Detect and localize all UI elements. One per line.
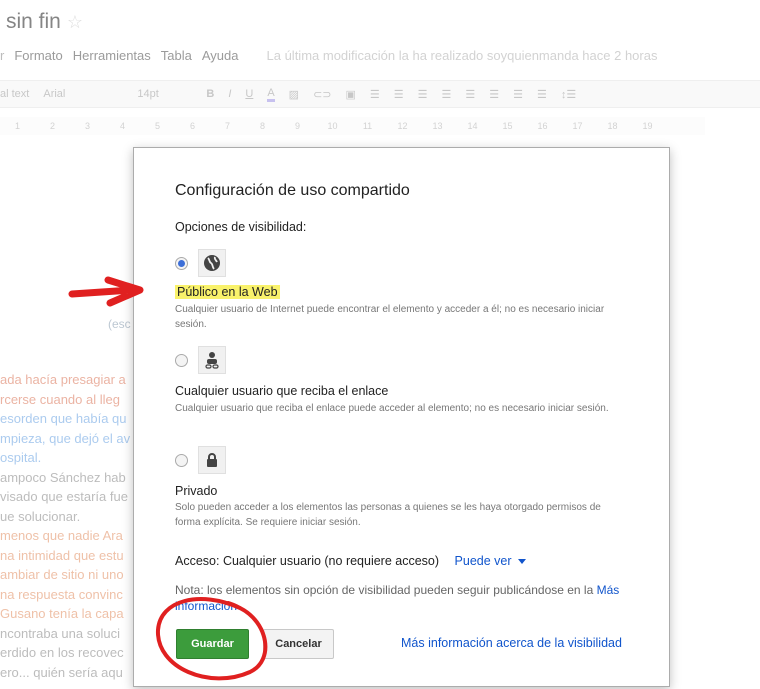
option-link-row[interactable] — [175, 346, 226, 374]
save-button[interactable]: Guardar — [176, 629, 249, 659]
radio-link[interactable] — [175, 353, 188, 367]
dialog-title: Configuración de uso compartido — [175, 182, 410, 199]
option-private-row[interactable] — [175, 446, 226, 474]
option-public-desc: Cualquier usuario de Internet puede enco… — [175, 304, 605, 330]
lock-icon — [198, 446, 226, 474]
option-link-desc: Cualquier usuario que reciba el enlace p… — [175, 403, 609, 414]
option-public-label[interactable]: Público en la Web — [175, 285, 280, 299]
permission-dropdown-label: Puede ver — [454, 554, 512, 568]
access-row: Acceso: Cualquier usuario (no requiere a… — [175, 554, 526, 568]
option-private-label[interactable]: Privado — [175, 484, 217, 498]
visibility-info-link[interactable]: Más información acerca de la visibilidad — [401, 636, 622, 650]
radio-private[interactable] — [175, 453, 188, 467]
radio-public[interactable] — [175, 256, 188, 270]
visibility-note-text: Nota: los elementos sin opción de visibi… — [175, 583, 594, 597]
cancel-button[interactable]: Cancelar — [263, 629, 334, 659]
option-public-label-text: Público en la Web — [175, 285, 280, 299]
chevron-down-icon — [517, 559, 526, 565]
visibility-note: Nota: los elementos sin opción de visibi… — [175, 582, 625, 614]
globe-icon — [198, 249, 226, 277]
option-public-row[interactable] — [175, 249, 226, 277]
sharing-dialog: Configuración de uso compartido Opciones… — [133, 147, 670, 687]
permission-dropdown[interactable]: Puede ver — [455, 554, 526, 568]
person-link-icon — [198, 346, 226, 374]
access-value: Cualquier usuario (no requiere acceso) — [222, 554, 440, 568]
option-link-label[interactable]: Cualquier usuario que reciba el enlace — [175, 384, 388, 398]
visibility-options-label: Opciones de visibilidad: — [175, 220, 307, 234]
access-label: Acceso: — [175, 554, 220, 568]
option-private-desc: Solo pueden acceder a los elementos las … — [175, 502, 601, 528]
